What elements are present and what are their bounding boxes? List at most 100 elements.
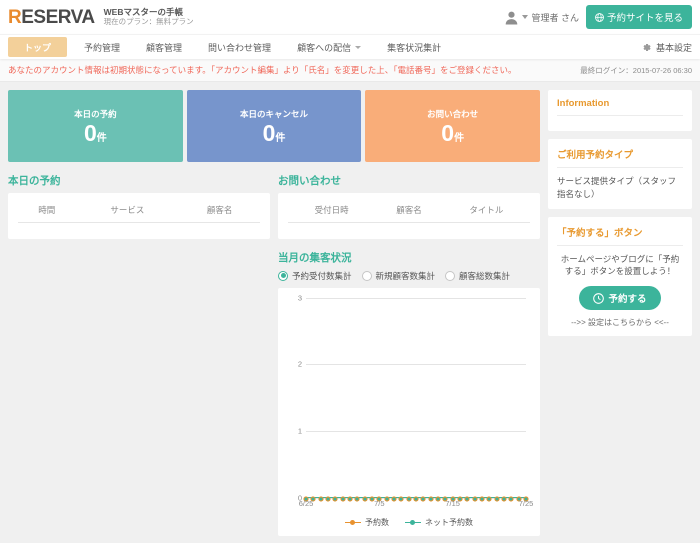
inquiries-panel: 受付日時 顧客名 タイトル xyxy=(278,193,540,239)
monthly-metric-radio-group: 予約受付数集計 新規顧客数集計 顧客総数集計 xyxy=(278,270,540,282)
reservation-type-card-body: サービス提供タイプ（スタッフ指名なし） xyxy=(557,176,677,199)
inquiries-body xyxy=(288,223,530,231)
table-header-row: 受付日時 顧客名 タイトル xyxy=(288,201,530,223)
radio-new-customer-count-label: 新規顧客数集計 xyxy=(375,270,436,281)
stat-card-inquiries[interactable]: お問い合わせ 0件 xyxy=(365,90,541,162)
chart-y-tick-label: 2 xyxy=(297,359,302,369)
column-header-service: サービス xyxy=(75,201,180,223)
user-menu[interactable]: 管理者 さん xyxy=(504,10,579,25)
chart-x-tick-label: 7/5 xyxy=(374,498,385,508)
inquiries-section: お問い合わせ 受付日時 顧客名 タイトル xyxy=(278,162,540,239)
chart-legend: 予約数 ネット予約数 xyxy=(284,517,534,530)
radio-button-icon xyxy=(361,270,372,281)
today-reservations-title: 本日の予約 xyxy=(8,175,61,187)
account-alert-bar: あなたのアカウント情報は初期状態になっています。「アカウント編集」より「氏名」を… xyxy=(0,59,700,82)
monthly-spacer xyxy=(8,239,270,536)
clock-icon xyxy=(593,292,605,304)
stat-card-group: 本日の予約 0件 本日のキャンセル 0件 お問い合わせ 0件 xyxy=(8,90,541,162)
table-header-row: 時間 サービス 顧客名 xyxy=(18,201,260,223)
nav-item-customer-management-label: 顧客管理 xyxy=(146,42,183,53)
top-bar-right: 管理者 さん 予約サイトを見る xyxy=(504,5,692,29)
logo-first-letter: R xyxy=(8,6,22,28)
inquiries-title: お問い合わせ xyxy=(278,175,341,187)
nav-item-top-label: トップ xyxy=(24,42,52,53)
radio-button-icon xyxy=(278,270,288,281)
today-reservations-table: 時間 サービス 顧客名 xyxy=(18,201,260,231)
chevron-down-icon xyxy=(522,15,529,19)
stat-number: 0 xyxy=(441,119,455,146)
view-reservation-site-label: 予約サイトを見る xyxy=(606,13,683,24)
app-logo[interactable]: RESERVA xyxy=(8,8,95,27)
today-reservations-panel: 時間 サービス 顧客名 xyxy=(8,193,270,239)
monthly-chart-panel: 0123 6/25 7/5 7/15 7/25 予約数 ネット予約数 xyxy=(278,287,540,536)
inquiries-table: 受付日時 顧客名 タイトル xyxy=(288,201,530,231)
nav-item-reservation-management[interactable]: 予約管理 xyxy=(71,35,133,59)
user-name: 管理者 さん xyxy=(531,12,579,23)
nav-item-top[interactable]: トップ xyxy=(8,37,68,57)
radio-new-customer-count[interactable]: 新規顧客数集計 xyxy=(361,270,436,282)
stat-unit: 件 xyxy=(96,132,107,144)
chart-series-layer xyxy=(303,298,529,501)
chart-x-axis-labels: 6/25 7/5 7/15 7/25 xyxy=(299,498,534,511)
chart-x-tick-label: 7/15 xyxy=(445,498,460,508)
nav-item-inquiry-management[interactable]: 問い合わせ管理 xyxy=(195,35,284,59)
globe-icon xyxy=(595,12,604,22)
stat-card-today-reservations[interactable]: 本日の予約 0件 xyxy=(8,90,183,162)
today-reservations-body xyxy=(18,223,260,231)
chart-plot-area[interactable]: 0123 xyxy=(284,293,534,502)
dashboard-tables-row: 本日の予約 時間 サービス 顧客名 お問い合わせ 受付日時 顧客名 タイトル xyxy=(8,162,540,239)
stat-card-label: 本日のキャンセル xyxy=(240,108,309,119)
stat-card-label: 本日の予約 xyxy=(74,108,117,119)
radio-button-icon xyxy=(445,270,456,281)
reserve-button[interactable]: 予約する xyxy=(579,286,661,310)
reserve-button-wrap: 予約する xyxy=(557,278,683,317)
last-login-text: 最終ログイン：2015-07-26 06:30 xyxy=(580,65,692,75)
monthly-row: 当月の集客状況 予約受付数集計 新規顧客数集計 顧客総数集計 0 1 2 3 6… xyxy=(8,239,540,536)
legend-marker-icon xyxy=(345,519,361,526)
brand-plan: 現在のプラン：無料プラン xyxy=(103,16,194,26)
main-navigation: トップ 予約管理 顧客管理 問い合わせ管理 顧客への配信 集客状況集計 基本設定 xyxy=(0,34,700,59)
nav-item-attraction-stats[interactable]: 集客状況集計 xyxy=(374,35,454,59)
logo-rest: ESERVA xyxy=(21,6,95,28)
information-card-body xyxy=(557,116,683,123)
account-alert-message: あなたのアカウント情報は初期状態になっています。「アカウント編集」より「氏名」を… xyxy=(8,65,517,75)
column-header-customer-name: 顧客名 xyxy=(179,201,260,223)
reserve-button-label: 予約する xyxy=(608,294,647,305)
nav-item-reservation-management-label: 予約管理 xyxy=(84,42,121,53)
radio-total-customer-count-label: 顧客総数集計 xyxy=(459,270,511,281)
brand-info: WEBマスターの手帳 現在のプラン：無料プラン xyxy=(103,7,194,26)
user-avatar-icon xyxy=(506,11,518,25)
stat-card-value: 0件 xyxy=(262,119,286,146)
nav-item-customer-delivery[interactable]: 顧客への配信 xyxy=(284,35,374,59)
chart-legend-item[interactable]: 予約数 xyxy=(345,517,389,528)
right-sidebar: Information ご利用予約タイプ サービス提供タイプ（スタッフ指名なし）… xyxy=(548,90,692,536)
reserve-button-card-body: ホームページやブログに「予約する」ボタンを設置しよう！ xyxy=(560,253,680,277)
nav-item-customer-delivery-label: 顧客への配信 xyxy=(297,42,352,53)
nav-item-inquiry-management-label: 問い合わせ管理 xyxy=(208,42,272,53)
basic-settings-button[interactable]: 基本設定 xyxy=(641,35,700,59)
stat-number: 0 xyxy=(262,119,276,146)
radio-reservation-count[interactable]: 予約受付数集計 xyxy=(278,270,352,282)
reserve-settings-link[interactable]: -->> 設定はこちらから <<-- xyxy=(557,317,683,328)
reserve-button-card: 「予約する」ボタン ホームページやブログに「予約する」ボタンを設置しよう！ 予約… xyxy=(548,216,692,336)
chart-y-tick-label: 1 xyxy=(297,426,302,436)
chevron-down-icon xyxy=(355,45,362,49)
stat-card-value: 0件 xyxy=(83,119,107,146)
nav-item-attraction-stats-label: 集客状況集計 xyxy=(387,42,442,53)
chart-x-tick-label: 7/25 xyxy=(518,498,534,508)
chart-legend-label: 予約数 xyxy=(365,517,389,527)
view-reservation-site-button[interactable]: 予約サイトを見る xyxy=(585,5,692,29)
reservation-type-card: ご利用予約タイプ サービス提供タイプ（スタッフ指名なし） xyxy=(548,139,692,209)
stat-card-today-cancels[interactable]: 本日のキャンセル 0件 xyxy=(186,90,362,162)
column-header-received-datetime: 受付日時 xyxy=(288,201,376,223)
radio-total-customer-count[interactable]: 顧客総数集計 xyxy=(445,270,510,282)
chart-legend-item[interactable]: ネット予約数 xyxy=(405,517,473,528)
stat-card-value: 0件 xyxy=(441,119,464,146)
main-column: 本日の予約 0件 本日のキャンセル 0件 お問い合わせ 0件 本日の予約 時間 xyxy=(8,90,541,536)
stat-number: 0 xyxy=(83,119,97,146)
legend-marker-icon xyxy=(405,519,421,526)
nav-item-customer-management[interactable]: 顧客管理 xyxy=(133,35,195,59)
information-card-title: Information xyxy=(557,98,683,116)
column-header-title: タイトル xyxy=(442,201,530,223)
top-bar: RESERVA WEBマスターの手帳 現在のプラン：無料プラン 管理者 さん 予… xyxy=(0,0,700,34)
